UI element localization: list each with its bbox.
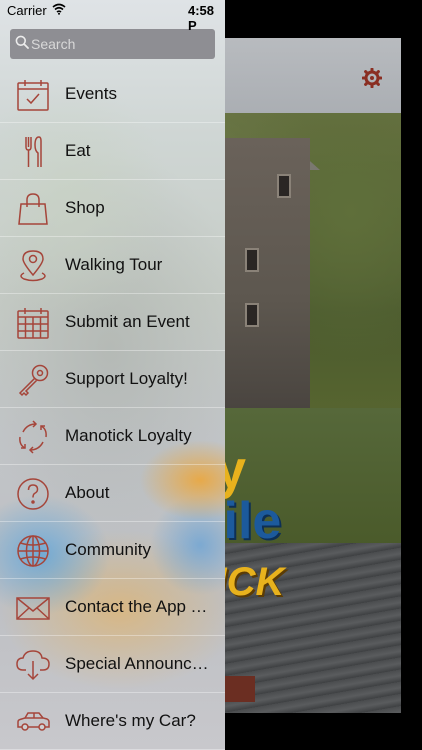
question-circle-icon: [16, 477, 50, 511]
carrier-label: Carrier: [7, 3, 47, 18]
menu-label: Community: [65, 540, 151, 559]
menu-item-contact-app-team[interactable]: Contact the App Team: [0, 579, 225, 636]
fork-knife-icon: [16, 135, 50, 169]
wifi-icon: [52, 3, 66, 18]
drawer-menu: Events Eat Shop Walking Tour Submit an E…: [0, 66, 225, 750]
menu-item-support-loyalty[interactable]: Support Loyalty!: [0, 351, 225, 408]
search-icon: [15, 35, 29, 49]
map-pin-icon: [16, 249, 50, 283]
envelope-icon: [16, 591, 50, 625]
search-input[interactable]: [31, 29, 211, 59]
menu-item-eat[interactable]: Eat: [0, 123, 225, 180]
menu-label: Events: [65, 84, 117, 103]
key-icon: [16, 363, 50, 397]
menu-item-special-announcements[interactable]: Special Announcements: [0, 636, 225, 693]
mill-window: [245, 248, 259, 272]
menu-label: Submit an Event: [65, 312, 190, 331]
menu-item-walking-tour[interactable]: Walking Tour: [0, 237, 225, 294]
status-time: 4:58 P: [188, 3, 215, 33]
shopping-bag-icon: [16, 192, 50, 226]
calendar-check-icon: [16, 78, 50, 112]
cloud-download-icon: [16, 648, 50, 682]
mill-window: [245, 303, 259, 327]
side-drawer: Events Eat Shop W: [0, 0, 225, 750]
search-bar[interactable]: [10, 29, 215, 59]
globe-icon: [16, 534, 50, 568]
menu-item-events[interactable]: Events: [0, 66, 225, 123]
menu-label: About: [65, 483, 110, 502]
menu-label: Walking Tour: [65, 255, 163, 274]
menu-label: Where's my Car?: [65, 711, 196, 730]
menu-item-shop[interactable]: Shop: [0, 180, 225, 237]
menu-item-about[interactable]: About: [0, 465, 225, 522]
status-bar: Carrier 4:58 P: [0, 0, 225, 33]
calendar-grid-icon: [16, 306, 50, 340]
menu-item-wheres-my-car[interactable]: Where's my Car?: [0, 693, 225, 750]
menu-label: Shop: [65, 198, 105, 217]
mill-window: [277, 174, 291, 198]
menu-item-submit-event[interactable]: Submit an Event: [0, 294, 225, 351]
refresh-arrows-icon: [16, 420, 50, 454]
car-icon: [16, 705, 50, 739]
menu-item-manotick-loyalty[interactable]: Manotick Loyalty: [0, 408, 225, 465]
menu-label: Special Announcements: [65, 654, 215, 673]
settings-gear-icon[interactable]: [361, 67, 383, 89]
menu-item-community[interactable]: Community: [0, 522, 225, 579]
menu-label: Support Loyalty!: [65, 369, 188, 388]
menu-label: Manotick Loyalty: [65, 426, 192, 445]
menu-label: Eat: [65, 141, 91, 160]
menu-label: Contact the App Team: [65, 597, 215, 616]
